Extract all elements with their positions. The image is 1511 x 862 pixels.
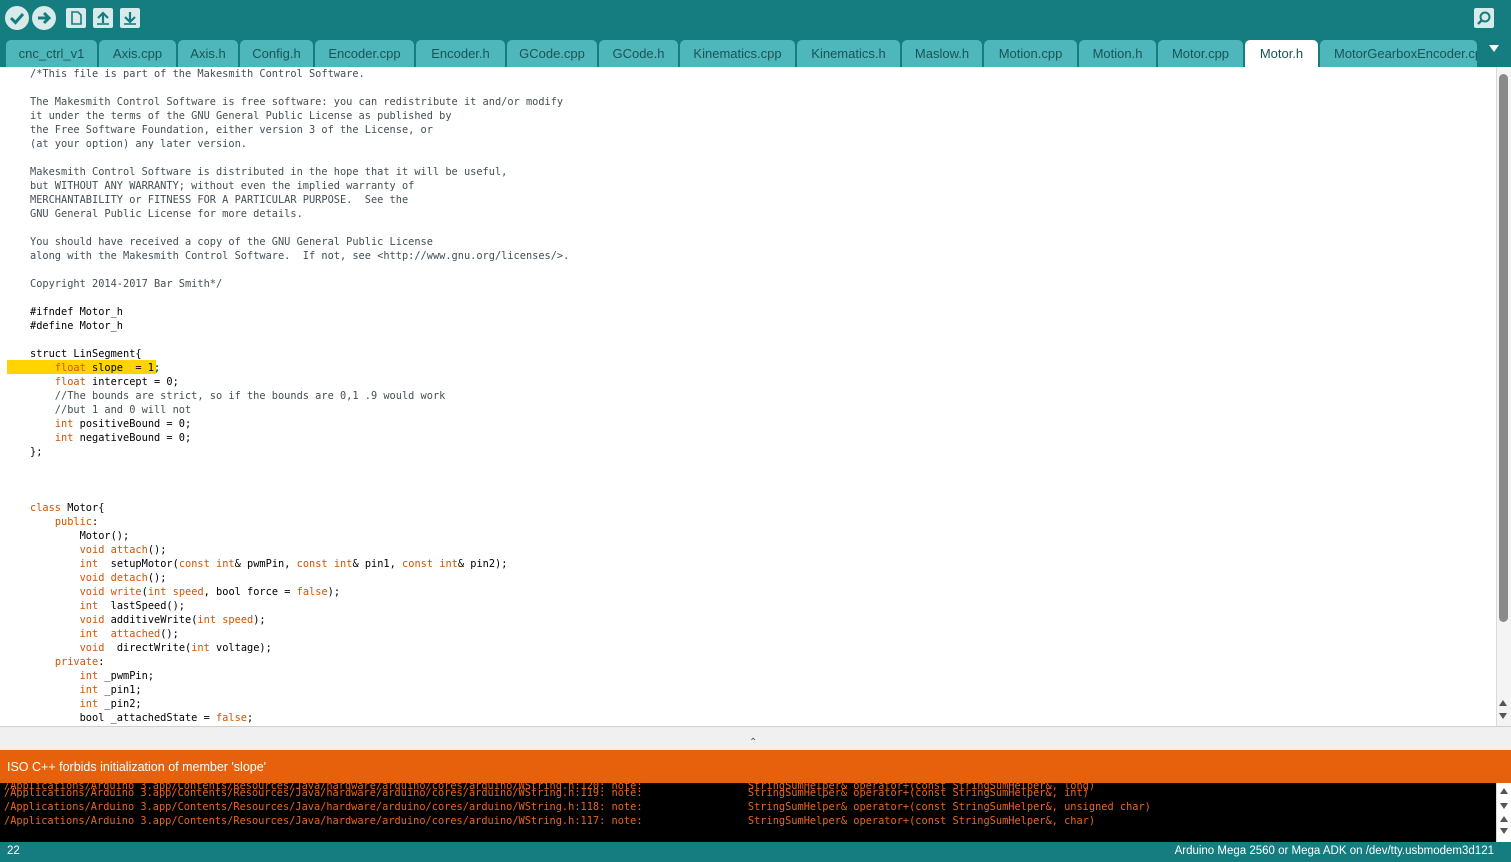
code-line: //The bounds are strict, so if the bound… — [30, 390, 446, 402]
console-scrollbar[interactable] — [1496, 783, 1511, 842]
serial-monitor-button[interactable] — [1474, 8, 1494, 28]
tab-maslow-h[interactable]: Maslow.h — [902, 40, 982, 67]
code-editor[interactable]: /*This file is part of the Makesmith Con… — [0, 67, 1496, 726]
scroll-down-icon[interactable] — [1499, 713, 1507, 719]
divider-handle-icon[interactable]: ⌃ — [749, 737, 757, 748]
toolbar — [0, 0, 1511, 37]
magnifier-icon — [1477, 11, 1491, 25]
save-button[interactable] — [120, 8, 140, 28]
arrow-down-icon — [124, 12, 136, 25]
code-line: You should have received a copy of the G… — [30, 236, 433, 248]
cursor-line-number: 22 — [7, 845, 20, 857]
code-line: void detach(); — [79, 572, 167, 584]
code-line: Makesmith Control Software is distribute… — [30, 166, 508, 178]
tab-axis-cpp[interactable]: Axis.cpp — [99, 40, 176, 67]
code-line: The Makesmith Control Software is free s… — [30, 96, 564, 108]
tab-motorgearboxencoder-cpp[interactable]: MotorGearboxEncoder.cpp — [1320, 40, 1477, 67]
checkmark-icon — [9, 13, 25, 25]
code-line: MERCHANTABILITY or FITNESS FOR A PARTICU… — [30, 194, 409, 206]
code-line: int _pin1; — [79, 684, 142, 696]
tab-motor-h[interactable]: Motor.h — [1245, 40, 1318, 67]
console-scroll-down-icon[interactable] — [1500, 803, 1508, 809]
code-line: #define Motor_h — [30, 320, 123, 332]
code-line: int _pwmPin; — [79, 670, 155, 682]
tab-kinematics-cpp[interactable]: Kinematics.cpp — [680, 40, 795, 67]
arrow-up-icon — [97, 11, 109, 25]
code-line: //but 1 and 0 will not — [30, 404, 192, 416]
tab-motion-cpp[interactable]: Motion.cpp — [984, 40, 1077, 67]
verify-button[interactable] — [5, 6, 29, 30]
board-port-label: Arduino Mega 2560 or Mega ADK on /dev/tt… — [1174, 845, 1494, 857]
scroll-up-icon[interactable] — [1499, 700, 1507, 706]
code-line: int negativeBound = 0; — [54, 432, 192, 444]
tab-axis-h[interactable]: Axis.h — [178, 40, 238, 67]
code-line: class Motor{ — [30, 502, 105, 514]
tab-encoder-cpp[interactable]: Encoder.cpp — [315, 40, 414, 67]
code-line: private: — [54, 656, 105, 668]
tab-motor-cpp[interactable]: Motor.cpp — [1158, 40, 1243, 67]
code-line: /*This file is part of the Makesmith Con… — [30, 68, 365, 80]
code-line: #ifndef Motor_h — [30, 306, 123, 318]
code-line: public: — [54, 516, 99, 528]
new-file-icon — [71, 11, 82, 25]
tab-gcode-cpp[interactable]: GCode.cpp — [507, 40, 597, 67]
code-line: int lastSpeed(); — [79, 600, 186, 612]
code-line: }; — [30, 446, 43, 458]
code-line: struct LinSegment{ — [30, 348, 142, 360]
error-message: ISO C++ forbids initialization of member… — [7, 760, 267, 774]
code-line: Copyright 2014-2017 Bar Smith*/ — [30, 278, 223, 290]
code-line: bool _attachedState = false; — [30, 712, 254, 724]
code-line: but WITHOUT ANY WARRANTY; without even t… — [30, 180, 415, 192]
console-line: /Applications/Arduino 3.app/Contents/Res… — [4, 787, 1089, 799]
code-line: Motor(); — [30, 530, 130, 542]
console-line: /Applications/Arduino 3.app/Contents/Res… — [4, 801, 1151, 813]
code-line: void write(int speed, bool force = false… — [79, 586, 341, 598]
code-line: void additiveWrite(int speed); — [79, 614, 266, 626]
tab-motion-h[interactable]: Motion.h — [1079, 40, 1156, 67]
open-button[interactable] — [93, 8, 113, 28]
tab-gcode-h[interactable]: GCode.h — [599, 40, 678, 67]
console-scroll-up-icon[interactable] — [1500, 816, 1508, 822]
code-line: void directWrite(int voltage); — [79, 642, 272, 654]
code-line: float slope = 1; — [54, 362, 161, 374]
tab-bar: cnc_ctrl_v1 Axis.cpp Axis.h Config.h Enc… — [0, 37, 1511, 67]
console-scroll-down-icon[interactable] — [1500, 828, 1508, 834]
new-button[interactable] — [66, 8, 86, 28]
code-line: the Free Software Foundation, either ver… — [30, 124, 433, 136]
code-line: it under the terms of the GNU General Pu… — [30, 110, 452, 122]
console-line: /Applications/Arduino 3.app/Contents/Res… — [4, 815, 1096, 827]
upload-button[interactable] — [32, 6, 56, 30]
arrow-right-icon — [38, 11, 52, 25]
code-line: int setupMotor(const int& pwmPin, const … — [79, 558, 508, 570]
footer-bar: 22 Arduino Mega 2560 or Mega ADK on /dev… — [0, 842, 1511, 862]
console-scroll-up-icon[interactable] — [1500, 788, 1508, 794]
code-line: (at your option) any later version. — [30, 138, 247, 150]
tab-cnc-ctrl-v1[interactable]: cnc_ctrl_v1 — [6, 40, 97, 67]
code-line: int attached(); — [79, 628, 179, 640]
code-line: int _pin2; — [79, 698, 142, 710]
editor-scrollbar-thumb[interactable] — [1499, 74, 1508, 622]
tab-kinematics-h[interactable]: Kinematics.h — [797, 40, 900, 67]
tab-config-h[interactable]: Config.h — [240, 40, 313, 67]
tab-menu-dropdown-icon[interactable] — [1489, 45, 1499, 52]
code-line: void attach(); — [79, 544, 167, 556]
code-line: int positiveBound = 0; — [54, 418, 192, 430]
code-line: GNU General Public License for more deta… — [30, 208, 303, 220]
code-line: along with the Makesmith Control Softwar… — [30, 250, 570, 262]
tab-encoder-h[interactable]: Encoder.h — [416, 40, 505, 67]
code-line: float intercept = 0; — [54, 376, 179, 388]
console-output[interactable]: /Applications/Arduino 3.app/Contents/Res… — [0, 783, 1496, 842]
